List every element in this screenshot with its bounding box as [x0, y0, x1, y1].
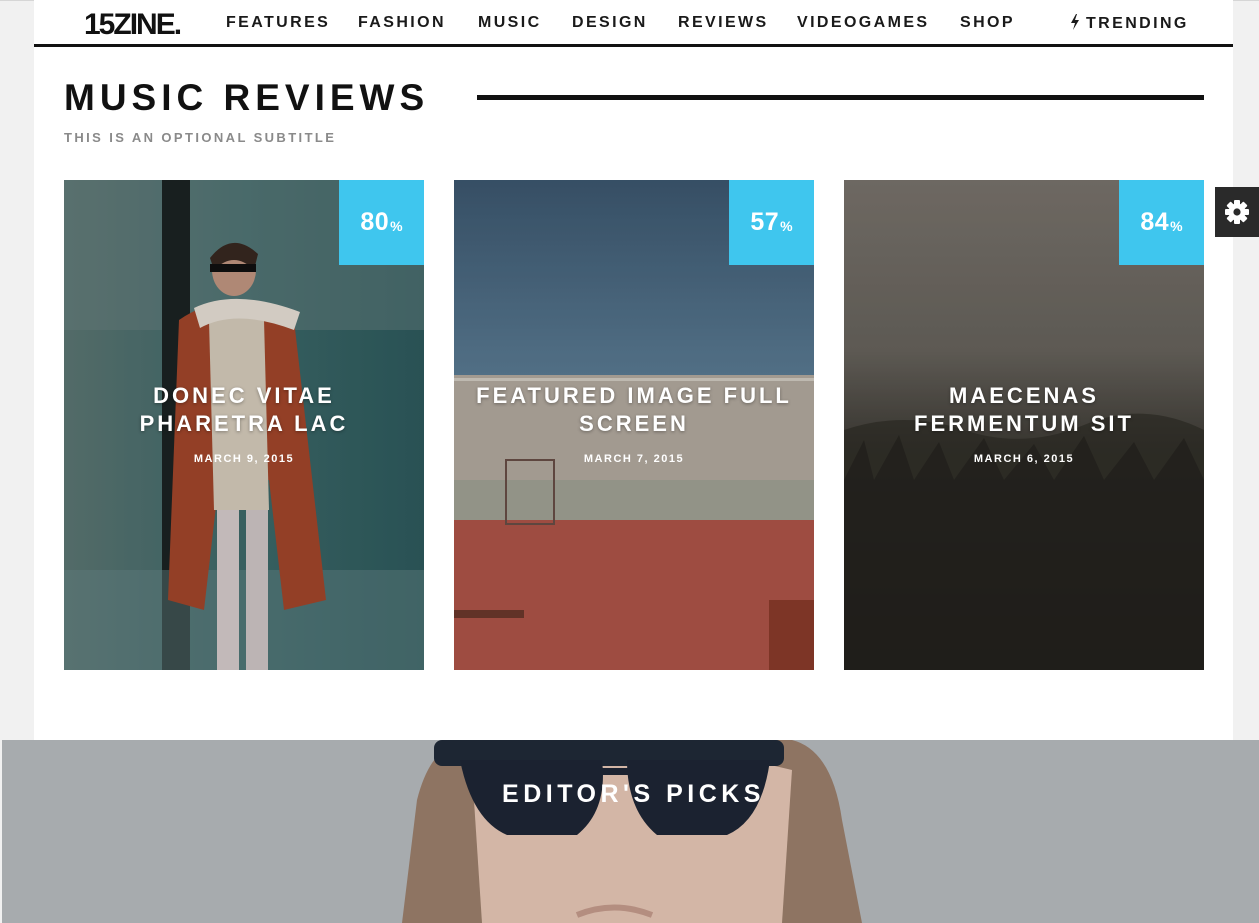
nav-item-shop[interactable]: SHOP [960, 14, 1015, 32]
nav-item-design[interactable]: DESIGN [572, 14, 648, 32]
score-badge: 84% [1119, 180, 1204, 265]
lightning-bolt-icon [1071, 14, 1079, 30]
nav-item-fashion[interactable]: FASHION [358, 14, 446, 32]
nav-item-reviews[interactable]: REVIEWS [678, 14, 769, 32]
trending-link[interactable]: TRENDING [1070, 14, 1189, 33]
review-card[interactable]: 80% DONEC VITAE PHARETRA LAC MARCH 9, 20… [64, 180, 424, 670]
trending-label: TRENDING [1086, 15, 1189, 32]
card-title[interactable]: DONEC VITAE PHARETRA LAC [84, 382, 404, 438]
editors-picks-section: EDITOR'S PICKS [2, 740, 1259, 923]
main-nav: 15ZINE. FEATURES FASHION MUSIC DESIGN RE… [34, 0, 1233, 47]
card-date: MARCH 6, 2015 [973, 453, 1075, 465]
card-title[interactable]: FEATURED IMAGE FULL SCREEN [474, 382, 794, 438]
nav-item-music[interactable]: MUSIC [478, 14, 542, 32]
card-title[interactable]: MAECENAS FERMENTUM SIT [864, 382, 1184, 438]
nav-item-features[interactable]: FEATURES [226, 14, 330, 32]
score-suffix: % [390, 217, 403, 234]
score-value: 84 [1140, 208, 1170, 236]
section-subtitle: THIS IS AN OPTIONAL SUBTITLE [64, 130, 337, 145]
section-title-rule [477, 95, 1204, 100]
nav-underline [34, 44, 1233, 47]
editors-picks-image [402, 740, 862, 923]
gear-icon [1225, 200, 1249, 224]
score-value: 80 [360, 208, 390, 236]
card-date: MARCH 9, 2015 [193, 453, 295, 465]
review-card[interactable]: 84% MAECENAS FERMENTUM SIT MARCH 6, 2015 [844, 180, 1204, 670]
site-logo[interactable]: 15ZINE. [84, 8, 182, 42]
score-badge: 80% [339, 180, 424, 265]
score-value: 57 [750, 208, 780, 236]
settings-button[interactable] [1215, 187, 1259, 237]
card-date: MARCH 7, 2015 [583, 453, 685, 465]
score-badge: 57% [729, 180, 814, 265]
nav-item-videogames[interactable]: VIDEOGAMES [797, 14, 929, 32]
section-title: MUSIC REVIEWS [64, 77, 430, 118]
review-card[interactable]: 57% FEATURED IMAGE FULL SCREEN MARCH 7, … [454, 180, 814, 670]
score-suffix: % [780, 217, 793, 234]
score-suffix: % [1170, 217, 1183, 234]
editors-picks-title: EDITOR'S PICKS [502, 780, 765, 808]
page-content: 15ZINE. FEATURES FASHION MUSIC DESIGN RE… [34, 0, 1233, 740]
